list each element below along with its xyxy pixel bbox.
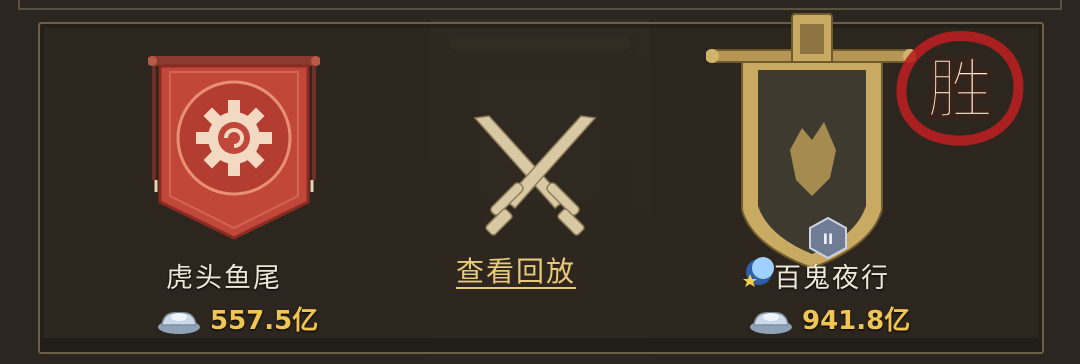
svg-text:II: II bbox=[823, 232, 833, 248]
left-team-name: 虎头鱼尾 bbox=[166, 263, 282, 294]
svg-text:胜: 胜 bbox=[927, 50, 993, 128]
panel-bottom-bar bbox=[40, 338, 1042, 352]
gear-emblem-icon bbox=[147, 56, 321, 240]
left-funds-value: 557.5亿 bbox=[210, 306, 319, 336]
win-stamp: 胜 bbox=[890, 28, 1030, 148]
silver-ingot-icon bbox=[750, 311, 792, 334]
crossed-swords-icon bbox=[455, 110, 615, 250]
rank-ii-badge-icon: II bbox=[806, 216, 850, 260]
left-team-banner[interactable] bbox=[147, 52, 321, 242]
right-team-name: 百鬼夜行 bbox=[774, 263, 890, 294]
moon-star-icon bbox=[741, 256, 775, 288]
view-replay-link[interactable]: 查看回放 bbox=[456, 250, 576, 290]
left-team-funds: 557.5亿 bbox=[156, 300, 318, 337]
right-team-funds: 941.8亿 bbox=[748, 300, 910, 337]
silver-ingot-icon bbox=[158, 311, 200, 334]
top-frame bbox=[18, 0, 1062, 10]
right-funds-value: 941.8亿 bbox=[802, 306, 911, 336]
